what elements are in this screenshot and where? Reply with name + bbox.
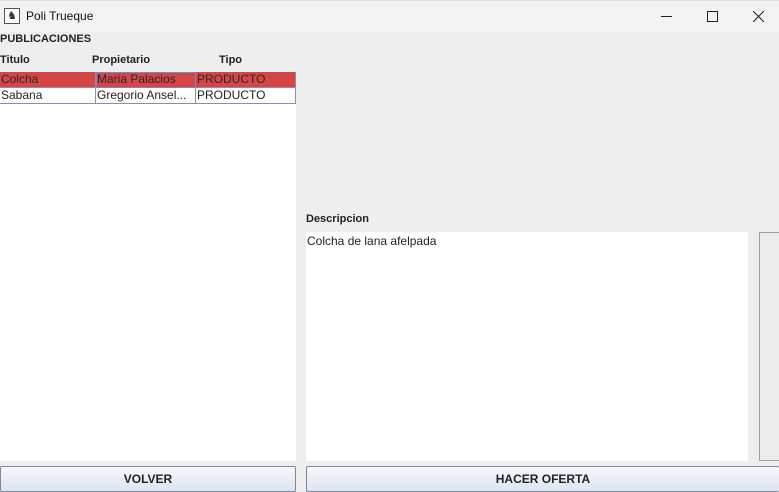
cell-propietario: Gregorio Ansel... xyxy=(96,88,196,104)
column-header-tipo[interactable]: Tipo xyxy=(219,54,242,66)
app-icon: ♞ xyxy=(4,8,20,24)
hacer-oferta-button[interactable]: HACER OFERTA xyxy=(306,466,779,492)
cell-tipo: PRODUCTO xyxy=(196,72,296,88)
vertical-scrollbar[interactable] xyxy=(759,232,779,461)
descripcion-textarea[interactable]: Colcha de lana afelpada xyxy=(306,232,748,461)
minimize-button[interactable] xyxy=(643,1,689,32)
close-button[interactable] xyxy=(735,1,779,32)
maximize-icon xyxy=(706,11,718,22)
descripcion-text: Colcha de lana afelpada xyxy=(307,234,437,248)
minimize-icon xyxy=(660,16,672,17)
table-row[interactable]: Colcha Maria Palacios PRODUCTO xyxy=(0,72,296,88)
title-bar: ♞ Poli Trueque xyxy=(0,0,779,32)
maximize-button[interactable] xyxy=(689,1,735,32)
cell-propietario: Maria Palacios xyxy=(96,72,196,88)
cell-titulo: Colcha xyxy=(0,72,96,88)
publicaciones-table[interactable]: Colcha Maria Palacios PRODUCTO Sabana Gr… xyxy=(0,72,296,461)
close-icon xyxy=(752,11,764,22)
cell-tipo: PRODUCTO xyxy=(196,88,296,104)
cell-titulo: Sabana xyxy=(0,88,96,104)
column-header-propietario[interactable]: Propietario xyxy=(92,54,150,66)
window-title: Poli Trueque xyxy=(26,9,94,23)
descripcion-label: Descripcion xyxy=(306,213,369,225)
table-row[interactable]: Sabana Gregorio Ansel... PRODUCTO xyxy=(0,88,296,104)
volver-button[interactable]: VOLVER xyxy=(0,466,296,492)
publicaciones-label: PUBLICACIONES xyxy=(0,33,92,45)
column-header-titulo[interactable]: Titulo xyxy=(0,54,30,66)
